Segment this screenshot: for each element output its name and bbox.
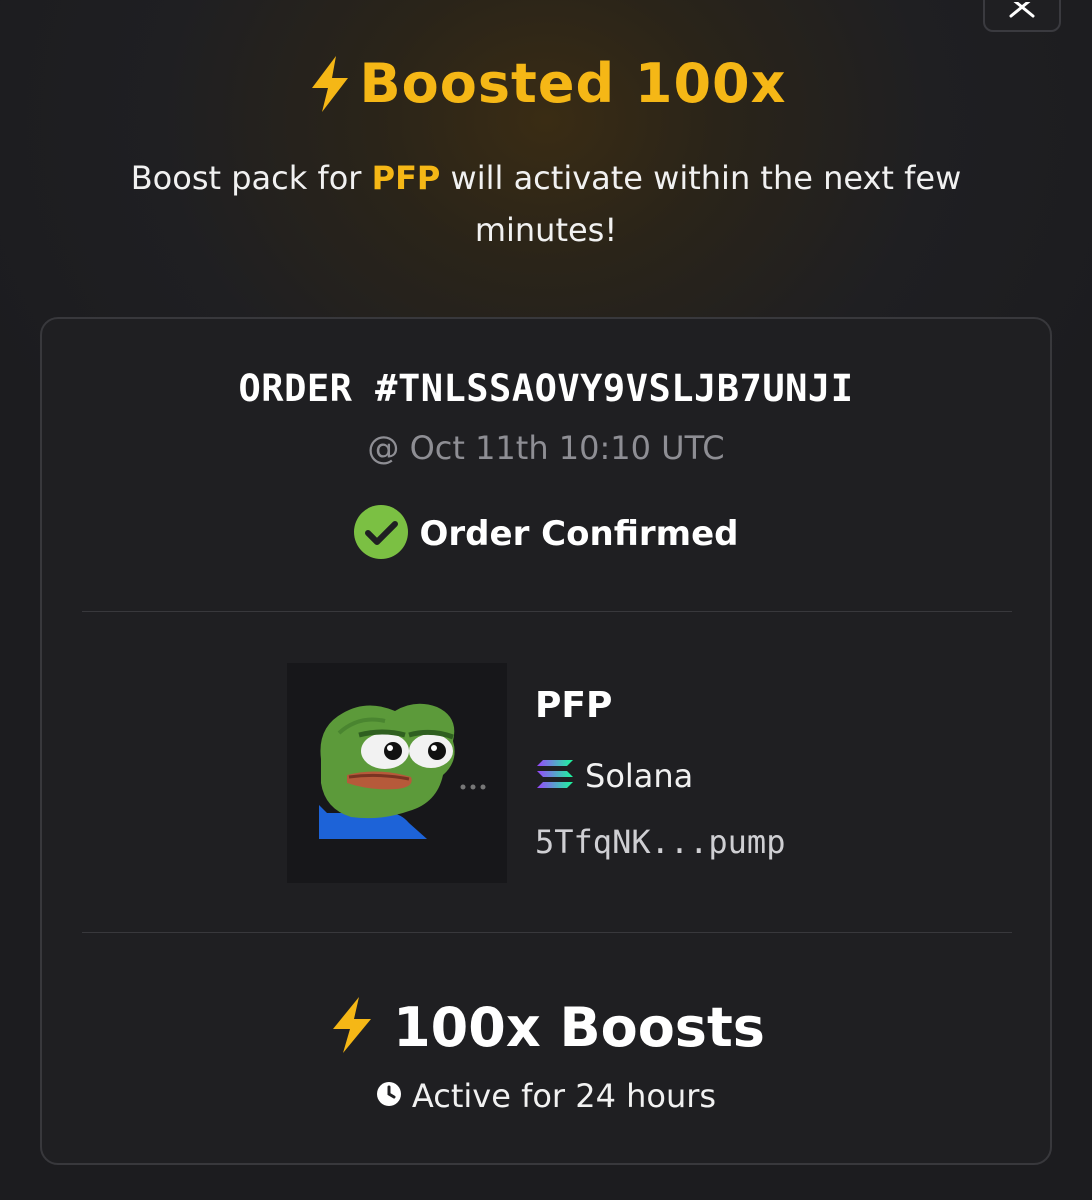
order-status: Order Confirmed [42,505,1050,563]
boost-duration-label: Active for 24 hours [411,1077,717,1115]
order-timestamp: @ Oct 11th 10:10 UTC [367,429,725,467]
divider [82,611,1012,612]
boost-label: 100x Boosts [393,995,765,1059]
lightning-bolt-icon [306,54,354,114]
check-circle-icon [353,505,408,563]
modal-title: Boosted 100x [359,52,787,115]
token-chain: Solana [535,757,693,795]
token-avatar [287,663,507,883]
order-card: ORDER #TNLSSAOVY9VSLJB7UNJI @ Oct 11th 1… [40,317,1052,1165]
modal-header: Boosted 100x [0,52,1092,115]
modal-subtitle: Boost pack for PFP will activate within … [100,152,992,256]
chain-label: Solana [585,757,694,795]
subtitle-token: PFP [371,159,441,197]
solana-icon [535,758,575,794]
divider [82,932,1012,933]
boost-duration: Active for 24 hours [42,1077,1050,1115]
token-info: PFP Solana 5TfqNK...pump [287,663,887,883]
close-button[interactable] [983,0,1061,32]
order-status-label: Order Confirmed [419,514,739,554]
close-icon [1007,0,1037,22]
boost-summary: 100x Boosts [42,995,1050,1059]
token-address[interactable]: 5TfqNK...pump [535,823,785,861]
subtitle-suffix: will activate within the next few minute… [440,159,962,249]
subtitle-prefix: Boost pack for [130,159,372,197]
clock-icon [376,1081,402,1111]
order-id: ORDER #TNLSSAOVY9VSLJB7UNJI [238,367,854,410]
lightning-bolt-icon [327,995,377,1059]
token-name: PFP [535,685,613,726]
